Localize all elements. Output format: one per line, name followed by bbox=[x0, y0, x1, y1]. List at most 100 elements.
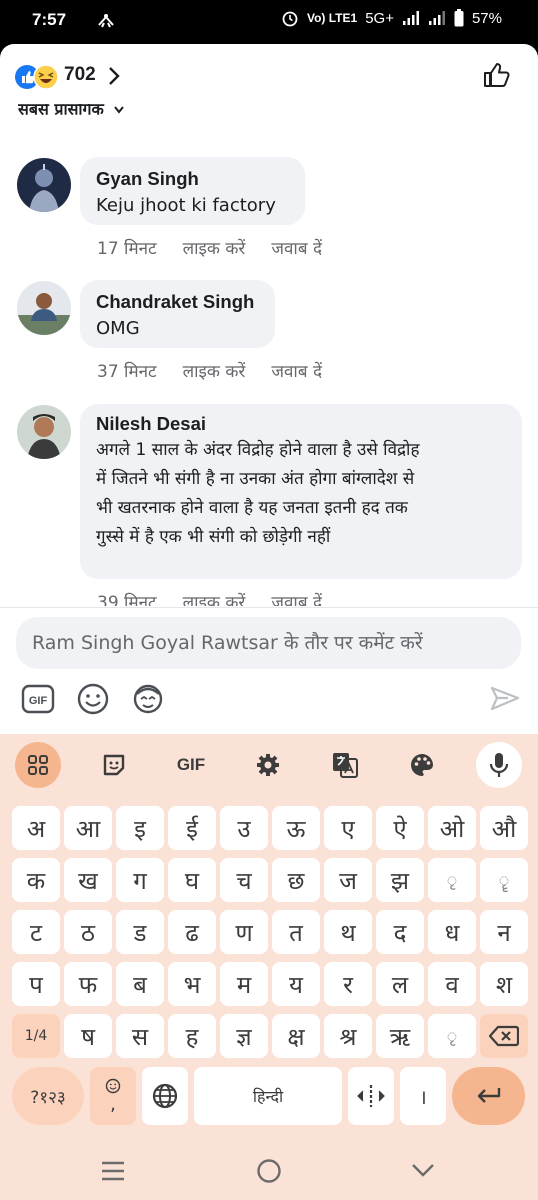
key[interactable]: ढ bbox=[168, 910, 216, 954]
key[interactable]: य bbox=[272, 962, 320, 1006]
home-icon[interactable] bbox=[256, 1158, 282, 1184]
sort-label: सबसे प्रासंगिक bbox=[18, 104, 104, 118]
key[interactable]: ऋ bbox=[376, 1014, 424, 1058]
key[interactable]: ृ bbox=[428, 858, 476, 902]
divider bbox=[0, 607, 538, 608]
key[interactable]: छ bbox=[272, 858, 320, 902]
comma-label: , bbox=[110, 1093, 116, 1115]
reply-link[interactable]: जवाब दें bbox=[271, 359, 322, 382]
symbols-key[interactable]: ?१२३ bbox=[12, 1067, 84, 1125]
key[interactable]: ब bbox=[116, 962, 164, 1006]
key[interactable]: क bbox=[12, 858, 60, 902]
emoji-comma-key[interactable]: , bbox=[90, 1067, 136, 1125]
emoji-icon[interactable] bbox=[76, 682, 110, 716]
key[interactable]: थ bbox=[324, 910, 372, 954]
translate-button[interactable] bbox=[322, 742, 368, 788]
key[interactable]: ज्ञ bbox=[220, 1014, 268, 1058]
key[interactable]: झ bbox=[376, 858, 424, 902]
backspace-key[interactable] bbox=[480, 1014, 528, 1058]
period-key[interactable]: । bbox=[400, 1067, 446, 1125]
key[interactable]: स bbox=[116, 1014, 164, 1058]
sort-dropdown[interactable]: सबसे प्रासंगिक bbox=[18, 104, 125, 118]
like-thumb-icon[interactable] bbox=[482, 60, 512, 90]
key[interactable]: घ bbox=[168, 858, 216, 902]
language-key[interactable] bbox=[142, 1067, 188, 1125]
key[interactable]: ज bbox=[324, 858, 372, 902]
key[interactable]: ए bbox=[324, 806, 372, 850]
key[interactable]: श्र bbox=[324, 1014, 372, 1058]
key[interactable]: ह bbox=[168, 1014, 216, 1058]
key[interactable]: ग bbox=[116, 858, 164, 902]
key[interactable]: ऊ bbox=[272, 806, 320, 850]
key[interactable]: व bbox=[428, 962, 476, 1006]
enter-key[interactable] bbox=[452, 1067, 525, 1125]
key[interactable]: क्ष bbox=[272, 1014, 320, 1058]
key[interactable]: ल bbox=[376, 962, 424, 1006]
key[interactable]: आ bbox=[64, 806, 112, 850]
status-bar: 7:57 Vo) LTE1 5G+ 57% bbox=[0, 0, 538, 44]
key[interactable]: ड bbox=[116, 910, 164, 954]
avatar-sticker-icon[interactable] bbox=[131, 682, 165, 716]
key[interactable]: ओ bbox=[428, 806, 476, 850]
back-chevron-down-icon[interactable] bbox=[410, 1160, 436, 1180]
comment-bubble[interactable]: Gyan Singh Keju jhoot ki factory bbox=[80, 157, 305, 225]
send-icon[interactable] bbox=[488, 682, 522, 716]
key[interactable]: फ bbox=[64, 962, 112, 1006]
page-toggle-key[interactable]: 1/4 bbox=[12, 1014, 60, 1058]
key[interactable]: ण bbox=[220, 910, 268, 954]
recent-apps-icon[interactable] bbox=[100, 1160, 126, 1182]
key[interactable]: प bbox=[12, 962, 60, 1006]
key[interactable]: इ bbox=[116, 806, 164, 850]
avatar[interactable] bbox=[17, 158, 71, 212]
key[interactable]: औ bbox=[480, 806, 528, 850]
settings-button[interactable] bbox=[245, 742, 291, 788]
reply-link[interactable]: जवाब दें bbox=[271, 590, 322, 606]
avatar[interactable] bbox=[17, 405, 71, 459]
reaction-bar[interactable]: 702 bbox=[0, 44, 538, 106]
comment-author[interactable]: Nilesh Desai bbox=[96, 412, 506, 436]
key[interactable]: त bbox=[272, 910, 320, 954]
comment-author[interactable]: Chandraket Singh bbox=[96, 290, 259, 314]
chevron-right-icon bbox=[109, 67, 120, 85]
voice-input-button[interactable] bbox=[476, 742, 522, 788]
key[interactable]: द bbox=[376, 910, 424, 954]
cursor-key[interactable] bbox=[348, 1067, 394, 1125]
sticker-button[interactable] bbox=[91, 742, 137, 788]
key[interactable]: ई bbox=[168, 806, 216, 850]
theme-button[interactable] bbox=[399, 742, 445, 788]
comment-bubble[interactable]: Nilesh Desai अगले 1 साल के अंदर विद्रोह … bbox=[80, 404, 522, 579]
key[interactable]: भ bbox=[168, 962, 216, 1006]
key[interactable]: ठ bbox=[64, 910, 112, 954]
key[interactable]: ृ bbox=[428, 1014, 476, 1058]
key[interactable]: ख bbox=[64, 858, 112, 902]
comments-sheet: 702 सबसे प्रासंगिक Gyan Singh Keju jhoot… bbox=[0, 44, 538, 734]
key[interactable]: ष bbox=[64, 1014, 112, 1058]
key[interactable]: अ bbox=[12, 806, 60, 850]
like-link[interactable]: लाइक करें bbox=[183, 236, 246, 259]
key[interactable]: म bbox=[220, 962, 268, 1006]
key[interactable]: ट bbox=[12, 910, 60, 954]
gif-button[interactable]: GIF bbox=[168, 742, 214, 788]
key[interactable]: ध bbox=[428, 910, 476, 954]
like-link[interactable]: लाइक करें bbox=[183, 590, 246, 606]
apps-grid-button[interactable] bbox=[15, 742, 61, 788]
comment-author[interactable]: Gyan Singh bbox=[96, 167, 289, 191]
palette-icon bbox=[411, 754, 433, 776]
reply-link[interactable]: जवाब दें bbox=[271, 236, 322, 259]
key[interactable]: र bbox=[324, 962, 372, 1006]
key[interactable]: च bbox=[220, 858, 268, 902]
comment-composer[interactable] bbox=[16, 617, 521, 669]
comment-text-line: अगले 1 साल के अंदर विद्रोह होने वाला है … bbox=[96, 440, 420, 460]
gif-icon[interactable]: GIF bbox=[21, 682, 55, 716]
signal-label: 5G+ bbox=[365, 9, 394, 27]
key[interactable]: श bbox=[480, 962, 528, 1006]
like-link[interactable]: लाइक करें bbox=[183, 359, 246, 382]
space-key[interactable]: हिन्दी bbox=[194, 1067, 342, 1125]
key[interactable]: न bbox=[480, 910, 528, 954]
key[interactable]: ऐ bbox=[376, 806, 424, 850]
avatar[interactable] bbox=[17, 281, 71, 335]
key[interactable]: ॄ bbox=[480, 858, 528, 902]
comment-input[interactable] bbox=[16, 617, 521, 669]
key[interactable]: उ bbox=[220, 806, 268, 850]
comment-bubble[interactable]: Chandraket Singh OMG bbox=[80, 280, 275, 348]
